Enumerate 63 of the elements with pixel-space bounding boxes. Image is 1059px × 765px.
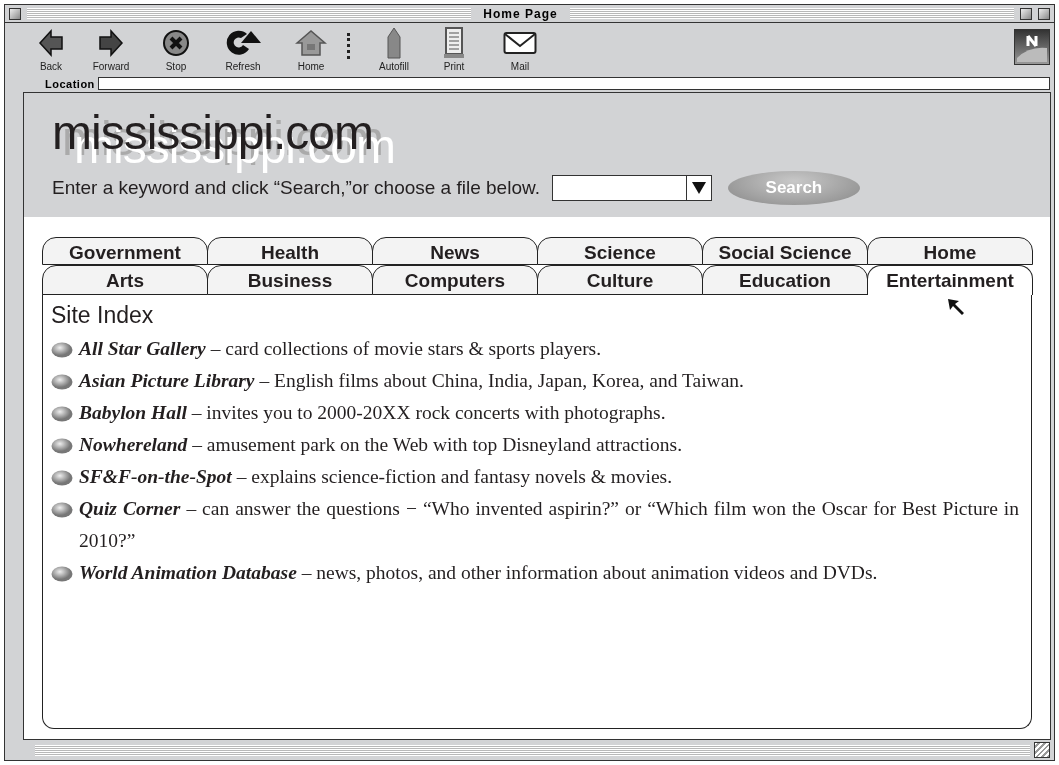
left-arrow-icon [38,27,64,59]
category-tab[interactable]: Computers [372,265,538,295]
close-box[interactable] [9,7,21,20]
site-index-title: Site Index [51,302,154,329]
autofill-button[interactable]: Autofill [364,27,424,72]
document-icon [443,27,465,59]
collapse-box[interactable] [1038,7,1050,20]
category-tab[interactable]: Culture [537,265,703,295]
bullet-icon [51,406,73,422]
site-link[interactable]: All Star Gallery [79,338,206,359]
pencil-icon [385,27,403,59]
category-tab[interactable]: Science [537,237,703,265]
stop-icon [162,27,190,59]
horizontal-scrollbar[interactable] [35,744,1030,756]
site-link[interactable]: Nowhereland [79,434,188,455]
site-index-entry: Nowhereland – amusement park on the Web with top Disneyland attractions. [79,433,683,457]
window-title: Home Page [482,6,559,21]
category-tab[interactable]: Education [702,265,868,295]
mail-button[interactable]: Mail [484,27,556,72]
site-link[interactable]: Quiz Corner [79,498,181,519]
home-button[interactable]: Home [281,27,341,72]
bullet-icon [51,566,73,582]
caret-icon [691,181,706,195]
site-index-entry: Babylon Hall – invites you to 2000-20XX rock concerts with photographs. [79,401,666,425]
forward-button[interactable]: Forward [75,27,147,72]
category-tab[interactable]: Social Science [702,237,868,265]
location-label: Location [45,77,95,90]
bullet-icon [51,342,73,358]
toolbar-separator [347,33,350,59]
location-field[interactable] [97,77,1050,90]
bullet-icon [51,502,73,518]
zoom-box[interactable] [1020,7,1032,20]
site-index-entry: World Animation Database – news, photos, and other information about animation videos and DVDs. [79,561,878,585]
category-tab[interactable]: Arts [42,265,208,295]
category-tab[interactable]: Business [207,265,373,295]
site-link[interactable]: World Animation Database [79,562,297,583]
refresh-button[interactable]: Refresh [205,27,281,72]
bullet-icon [51,438,73,454]
site-index-entry: Quiz Corner – can answer the questions − “Who invented aspirin?” or “Which film won the Oscar for Best Picture in 2010?” [79,497,1019,553]
resize-handle[interactable] [1034,742,1050,758]
site-link[interactable]: Babylon Hall [79,402,187,423]
house-icon [295,27,327,59]
print-button[interactable]: Print [424,27,484,72]
stop-button[interactable]: Stop [147,27,205,72]
site-link[interactable]: Asian Picture Library [79,370,255,391]
category-tab[interactable]: Home [867,237,1033,265]
site-index-entry: SF&F-on-the-Spot – explains science-fiction and fantasy novels & movies. [79,465,673,489]
right-arrow-icon [98,27,124,59]
back-button[interactable]: Back [27,27,75,72]
category-tab[interactable]: Entertainment [867,265,1033,295]
file-dropdown[interactable] [551,175,712,201]
bullet-icon [51,470,73,486]
site-logo: mississippi.com [52,107,374,157]
category-tab[interactable]: Government [42,237,208,265]
category-tab[interactable]: News [372,237,538,265]
site-link[interactable]: SF&F-on-the-Spot [79,466,232,487]
search-prompt: Enter a keyword and click “Search,”or choose a file below. [52,177,540,199]
category-tab[interactable]: Health [207,237,373,265]
site-index-entry: All Star Gallery – card collections of movie stars & sports players. [79,337,602,361]
bullet-icon [51,374,73,390]
browser-logo [1014,29,1050,65]
site-index-entry: Asian Picture Library – English films about China, India, Japan, Korea, and Taiwan. [79,369,744,393]
mouse-pointer-icon [947,298,965,316]
